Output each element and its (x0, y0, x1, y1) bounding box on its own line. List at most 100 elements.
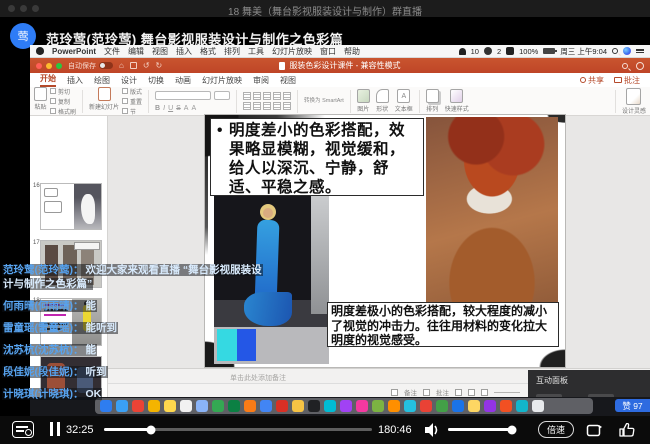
dock-app-icon[interactable] (468, 400, 480, 412)
dock-app-icon[interactable] (516, 400, 528, 412)
underline-button[interactable]: U (168, 105, 173, 112)
likes-badge[interactable]: 赞 97 (615, 399, 650, 412)
font-size-select[interactable] (214, 91, 230, 100)
playlist-icon[interactable] (12, 421, 34, 438)
dock-app-icon[interactable] (388, 400, 400, 412)
layout-button[interactable]: 版式 (122, 87, 142, 96)
columns-icon[interactable] (283, 92, 291, 100)
pause-button[interactable] (50, 422, 60, 436)
format-painter-button[interactable]: 格式刷 (50, 107, 76, 116)
tab-draw[interactable]: 绘图 (94, 75, 110, 86)
comments-toggle-icon[interactable] (423, 389, 430, 396)
dock-app-icon[interactable] (452, 400, 464, 412)
menu-item-tools[interactable]: 工具 (248, 46, 264, 57)
like-button[interactable] (618, 421, 635, 438)
home-icon[interactable]: ⌂ (119, 62, 124, 70)
autosave-toggle[interactable] (99, 62, 113, 69)
slide-textbox-top[interactable]: • 明度差小的色彩搭配，效果略显模糊，视觉缓和，给人以深沉、宁静，舒适、平稳之感… (210, 118, 424, 196)
menu-item-format[interactable]: 格式 (200, 46, 216, 57)
dock-app-icon[interactable] (484, 400, 496, 412)
progress-handle[interactable] (146, 425, 155, 434)
undo-icon[interactable]: ↺ (143, 62, 150, 70)
align-left-icon[interactable] (243, 102, 251, 110)
paste-button[interactable]: 粘贴 (34, 87, 47, 111)
font-color-button[interactable]: A (184, 105, 189, 112)
slide-thumbnail-16[interactable] (40, 183, 102, 230)
section-button[interactable]: 节 (122, 107, 142, 116)
insert-picture-button[interactable]: 图片 (357, 89, 370, 113)
notification-bell-icon[interactable] (459, 48, 466, 55)
tab-review[interactable]: 审阅 (253, 75, 269, 86)
bold-button[interactable]: B (155, 105, 160, 112)
dock-app-icon[interactable] (404, 400, 416, 412)
menu-item-edit[interactable]: 编辑 (128, 46, 144, 57)
insert-textbox-button[interactable]: A文本框 (395, 89, 413, 113)
strikethrough-button[interactable]: S (176, 105, 181, 112)
volume-bar[interactable] (448, 428, 515, 431)
reset-button[interactable]: 重置 (122, 97, 142, 106)
tab-animations[interactable]: 动画 (175, 75, 191, 86)
slideshow-view-icon[interactable] (481, 389, 488, 396)
volume-handle[interactable] (508, 425, 517, 434)
tab-design[interactable]: 设计 (121, 75, 137, 86)
tab-home[interactable]: 开始 (40, 73, 56, 87)
dock-app-icon[interactable] (276, 400, 288, 412)
dock-app-icon[interactable] (292, 400, 304, 412)
apple-menu-icon[interactable] (36, 47, 44, 55)
playback-speed-button[interactable]: 倍速 (538, 421, 574, 438)
cut-button[interactable]: 剪切 (50, 87, 76, 96)
menu-app-name[interactable]: PowerPoint (52, 47, 96, 56)
copy-button[interactable]: 复制 (50, 97, 76, 106)
comments-button[interactable]: 批注 (614, 75, 640, 86)
menubar-clock[interactable]: 周三 上午9:04 (560, 46, 607, 57)
tab-slideshow[interactable]: 幻灯片放映 (202, 75, 242, 86)
dock-app-icon[interactable] (372, 400, 384, 412)
dock-app-icon[interactable] (324, 400, 336, 412)
ppt-share-icon[interactable] (636, 62, 644, 70)
siri-icon[interactable] (623, 47, 631, 55)
italic-button[interactable]: I (163, 105, 165, 112)
menu-item-arrange[interactable]: 排列 (224, 46, 240, 57)
dock-app-icon[interactable] (420, 400, 432, 412)
design-ideas-button[interactable]: 设计灵感 (622, 88, 646, 115)
dock-app-icon[interactable] (308, 400, 320, 412)
dock-app-icon[interactable] (436, 400, 448, 412)
new-slide-button[interactable]: 新建幻灯片 (89, 87, 119, 111)
align-center-icon[interactable] (253, 102, 261, 110)
justify-icon[interactable] (273, 102, 281, 110)
dock-app-icon[interactable] (356, 400, 368, 412)
slide-textbox-bottom[interactable]: 明度差极小的色彩搭配，较大程度的减小了视觉的冲击力。往往用材料的变化拉大明度的视… (327, 302, 559, 347)
quick-styles-button[interactable]: 快速样式 (445, 89, 469, 113)
tab-transitions[interactable]: 切换 (148, 75, 164, 86)
control-center-icon[interactable] (636, 49, 644, 53)
ppt-traffic-lights[interactable] (36, 63, 62, 69)
indent-icon[interactable] (263, 92, 271, 100)
bullets-icon[interactable] (243, 92, 251, 100)
font-name-select[interactable] (155, 91, 211, 100)
rotate-fullscreen-icon[interactable] (586, 422, 604, 438)
menu-item-slideshow[interactable]: 幻灯片放映 (272, 46, 312, 57)
sorter-view-icon[interactable] (468, 389, 475, 396)
tab-insert[interactable]: 插入 (67, 75, 83, 86)
highlight-button[interactable]: A (191, 105, 196, 112)
volume-icon[interactable] (424, 422, 441, 438)
share-button[interactable]: 共享 (580, 75, 604, 86)
statusbar-notes-label[interactable]: 备注 (404, 387, 417, 397)
insert-shape-button[interactable]: 形状 (376, 89, 389, 113)
statusbar-comments-label[interactable]: 批注 (436, 387, 449, 397)
menu-item-window[interactable]: 窗口 (320, 46, 336, 57)
menu-item-help[interactable]: 帮助 (344, 46, 360, 57)
menu-item-file[interactable]: 文件 (104, 46, 120, 57)
notes-toggle-icon[interactable] (391, 389, 398, 396)
dock-app-icon[interactable] (532, 400, 544, 412)
zoom-slider[interactable] (494, 392, 520, 393)
spotlight-icon[interactable] (612, 48, 618, 54)
status-dot-icon[interactable] (484, 47, 492, 55)
arrange-button[interactable]: 排列 (426, 89, 439, 113)
normal-view-icon[interactable] (455, 389, 462, 396)
tab-view[interactable]: 视图 (280, 75, 296, 86)
redo-icon[interactable]: ↻ (156, 62, 163, 70)
ppt-search-icon[interactable] (622, 63, 628, 69)
line-spacing-icon[interactable] (273, 92, 281, 100)
app-switcher-icon[interactable] (506, 47, 514, 55)
